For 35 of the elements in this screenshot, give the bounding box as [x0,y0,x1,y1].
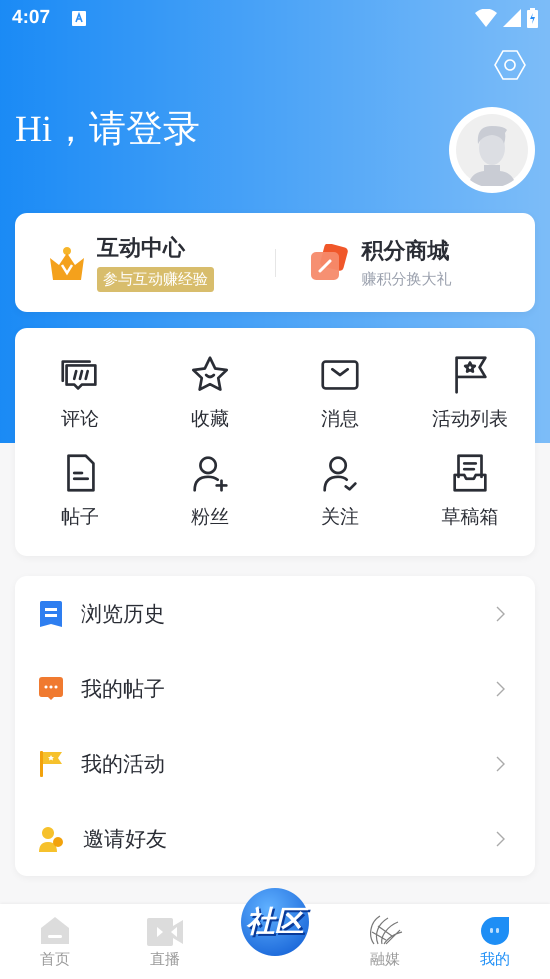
card-title[interactable]: 积分商城 [362,236,452,266]
status-time: 4:07 [12,7,50,29]
card-subtitle: 参与互动赚经验 [97,267,214,292]
video-camera-icon [147,918,183,946]
signal-icon [503,9,521,27]
card-subtitle: 赚积分换大礼 [362,270,452,289]
crown-icon [49,246,85,280]
home-icon [40,916,70,946]
user-icon [39,826,65,852]
settings-icon[interactable] [494,50,526,80]
shortcut-label[interactable]: 收藏 [191,406,229,432]
chevron-icon [496,606,505,622]
chevron-icon [496,680,505,696]
flag-icon [39,750,63,776]
bookmark-icon [39,600,63,626]
chevron-icon [496,830,505,846]
shortcut-label[interactable]: 关注 [321,504,359,530]
chat-icon [39,676,63,700]
shortcut-label[interactable]: 粉丝 [191,504,229,530]
chevron-icon [496,756,505,772]
shortcut-label[interactable]: 帖子 [61,504,99,530]
pencil-icon [310,244,350,282]
shortcut-label[interactable]: 草稿箱 [442,504,498,530]
battery-icon [527,8,538,28]
shortcut-label[interactable]: 评论 [61,406,99,432]
card-title[interactable]: 互动中心 [97,233,214,263]
menu-item[interactable]: 邀请好友 [83,824,478,852]
keyboard-icon [72,10,86,26]
shortcut-label[interactable]: 消息 [321,406,359,432]
menu-item[interactable]: 浏览历史 [81,600,478,628]
menu-item[interactable]: 我的帖子 [81,674,478,702]
chat-bubble-icon [480,916,510,946]
shortcut-label[interactable]: 活动列表 [432,406,508,432]
menu-item[interactable]: 我的活动 [81,750,478,778]
wifi-icon [475,9,497,27]
